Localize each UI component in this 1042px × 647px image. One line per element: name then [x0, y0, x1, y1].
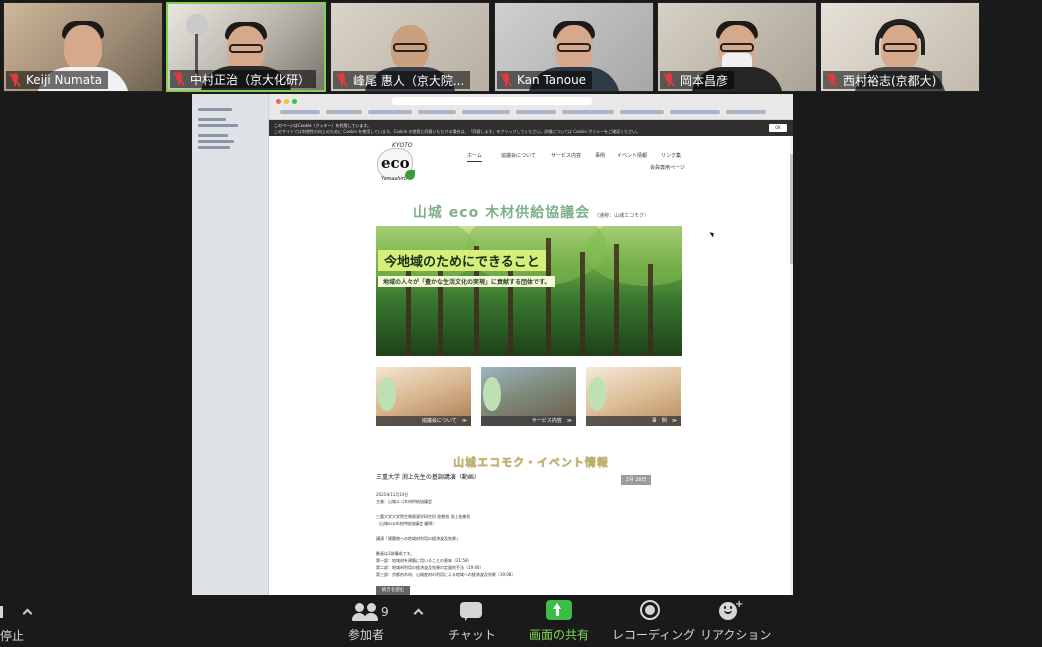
- mic-muted-icon: [173, 72, 185, 86]
- participant-tile-6[interactable]: 西村裕志(京都大): [820, 2, 980, 92]
- site-title-row: 山城 eco 木材供給協議会 （通称：山城エコモク）: [269, 202, 793, 222]
- stop-video-button[interactable]: 停止: [0, 600, 40, 646]
- card-label: サービス内容 ≫: [481, 416, 576, 426]
- event-line: 2021年11月19日: [376, 492, 409, 497]
- event-line: 三重大学大学院生物資源学研究科 准教授 渕上佑樹氏: [376, 514, 471, 519]
- nav-member-page[interactable]: 会員専用ページ: [650, 164, 685, 171]
- nav-links[interactable]: リンク集: [661, 152, 681, 159]
- participant-tile-2[interactable]: 中村正治（京大化研）: [166, 2, 326, 92]
- mic-muted-icon: [663, 73, 675, 87]
- site-title: 山城 eco 木材供給協議会: [412, 205, 591, 221]
- hero-banner: 今地域のためにできること 地域の人々が「豊かな生活文化の実現」に貢献する団体です…: [376, 226, 682, 356]
- browser-sidebar: [192, 94, 269, 595]
- participant-name: Kan Tanoue: [517, 73, 587, 87]
- event-line: 第二部：地域材利用の経済波及効果の定量的手法（19:46）: [376, 565, 484, 570]
- event-line: 主催：山城エコ木材供給協議会: [376, 499, 432, 504]
- event-line: 第一部：地域材を建築に用いることの意味（21:58）: [376, 558, 472, 563]
- participant-name-bar: 岡本昌彦: [660, 71, 735, 89]
- stop-label: 停止: [0, 629, 25, 643]
- hero-headline: 今地域のためにできること: [378, 250, 546, 271]
- hero-subline: 地域の人々が「豊かな生活文化の実現」に貢献する団体です。: [378, 276, 556, 287]
- nav-services[interactable]: サービス内容: [551, 152, 581, 159]
- share-screen-label: 画面の共有: [528, 628, 589, 642]
- participant-name-bar: 中村正治（京大化研）: [170, 70, 317, 88]
- participants-count: 9: [381, 605, 389, 619]
- card-label: 事 例 ≫: [586, 416, 681, 426]
- nav-about[interactable]: 協議会について: [501, 152, 536, 159]
- participant-name: 中村正治（京大化研）: [190, 72, 311, 87]
- cookie-banner: このページはCookie（クッキー）を利用しています。 このサイトでは利便性の向…: [269, 120, 793, 136]
- nav-home[interactable]: ホーム: [467, 152, 482, 162]
- mic-muted-icon: [826, 73, 838, 87]
- event-line: （山城eco木材供給協議会 顧問）: [376, 521, 437, 526]
- nav-events[interactable]: イベント情報: [617, 152, 647, 159]
- nav-cases[interactable]: 事例: [595, 152, 605, 159]
- leaf-icon: [483, 377, 501, 411]
- chat-icon: [460, 600, 482, 624]
- event-date-badge: 2月 28日: [621, 475, 651, 485]
- read-more-button[interactable]: 続きを読む: [376, 586, 410, 595]
- card-label: 協議会について ≫: [376, 416, 471, 426]
- record-icon: [640, 600, 660, 624]
- card-cases[interactable]: 事 例 ≫: [586, 367, 681, 426]
- participant-tile-3[interactable]: 峰尾 惠人（京大院...: [330, 2, 490, 92]
- site-title-sub: （通称：山城エコモク）: [594, 213, 650, 219]
- card-about[interactable]: 協議会について ≫: [376, 367, 471, 426]
- meeting-toolbar: [0, 596, 1042, 647]
- event-headline[interactable]: 三重大学 渕上先生の基調講演（動画）: [376, 472, 480, 481]
- participant-name: 岡本昌彦: [680, 73, 729, 88]
- record-button[interactable]: レコーディング: [612, 600, 696, 646]
- share-screen-button[interactable]: 画面の共有: [526, 600, 592, 646]
- close-window-icon[interactable]: [276, 99, 281, 104]
- participant-name: 峰尾 惠人（京大院...: [353, 73, 465, 88]
- share-screen-icon: [546, 600, 572, 624]
- page-scroll-thumb[interactable]: [790, 154, 793, 264]
- zoom-meeting-window: Keiji Numata 中村正治（京大化研） 峰尾 惠人（京大院... Kan…: [0, 0, 1042, 647]
- participants-icon: [351, 600, 381, 624]
- participant-tile-4[interactable]: Kan Tanoue: [494, 2, 654, 92]
- participant-name: 西村裕志(京都大): [843, 73, 937, 88]
- mic-muted-icon: [500, 73, 512, 87]
- leaf-icon: [588, 377, 606, 411]
- event-line: 講演「建築物への地域材利用の経済波及効果」: [376, 536, 460, 541]
- leaf-icon: [405, 170, 415, 180]
- reactions-button[interactable]: + リアクション: [700, 599, 772, 646]
- mic-muted-icon: [336, 73, 348, 87]
- reaction-icon: +: [719, 599, 743, 624]
- cookie-text-2: このサイトでは利便性の向上のために Cookie を使用しています。Cookie…: [274, 129, 641, 134]
- event-line: 動画は3部構成です。: [376, 551, 415, 556]
- participant-name-bar: Keiji Numata: [6, 71, 109, 89]
- shared-screen: このページはCookie（クッキー）を利用しています。 このサイトでは利便性の向…: [192, 94, 793, 595]
- card-services[interactable]: サービス内容 ≫: [481, 367, 576, 426]
- website-page: KYOTO eco Yamashiro ホーム 協議会について サービス内容 事…: [269, 136, 793, 595]
- event-line: 第三部：京都府木材、山城産材の利用による地域への経済波及効果（19:08）: [376, 572, 516, 577]
- stop-icon: [0, 606, 3, 618]
- participant-name-bar: 西村裕志(京都大): [823, 71, 943, 89]
- record-label: レコーディング: [612, 628, 696, 642]
- minimize-window-icon[interactable]: [284, 99, 289, 104]
- chat-button[interactable]: チャット: [448, 600, 496, 646]
- participant-name-bar: 峰尾 惠人（京大院...: [333, 71, 471, 89]
- reactions-label: リアクション: [700, 628, 772, 642]
- events-section-title: 山城エコモク・イベント情報: [453, 456, 609, 469]
- participant-name: Keiji Numata: [26, 73, 103, 87]
- participant-tile-1[interactable]: Keiji Numata: [3, 2, 163, 92]
- maximize-window-icon[interactable]: [292, 99, 297, 104]
- participant-name-bar: Kan Tanoue: [497, 71, 593, 89]
- address-bar[interactable]: [392, 97, 592, 105]
- site-logo[interactable]: KYOTO eco Yamashiro: [377, 142, 417, 184]
- participant-tile-5[interactable]: 岡本昌彦: [657, 2, 817, 92]
- cookie-ok-button[interactable]: OK: [769, 124, 787, 132]
- browser-toolbar: [192, 94, 793, 120]
- chat-label: チャット: [448, 628, 496, 642]
- site-nav: ホーム 協議会について サービス内容 事例 イベント情報 リンク集: [467, 152, 697, 164]
- participants-label: 参加者: [347, 628, 384, 642]
- leaf-icon: [378, 377, 396, 411]
- mic-muted-icon: [9, 73, 21, 87]
- participant-strip: Keiji Numata 中村正治（京大化研） 峰尾 惠人（京大院... Kan…: [0, 0, 1042, 93]
